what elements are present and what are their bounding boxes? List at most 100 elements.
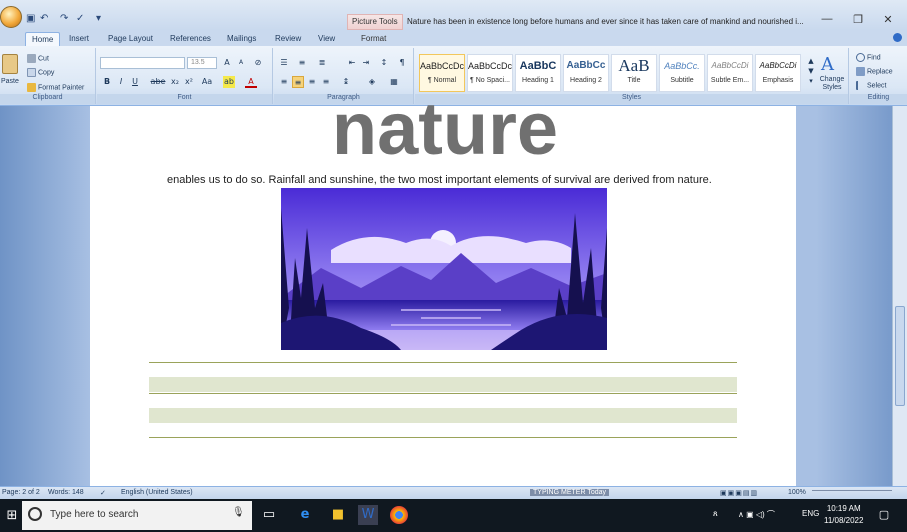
tab-insert[interactable]: Insert [63, 32, 95, 46]
paste-icon[interactable] [2, 54, 18, 74]
justify-icon[interactable]: ≡ [320, 76, 332, 88]
qat-customize-icon[interactable]: ▾ [96, 13, 101, 24]
taskbar-clock[interactable]: 10:19 AM 11/08/2022 [824, 503, 863, 527]
notifications-icon[interactable]: ▢ [874, 505, 894, 525]
bold-button[interactable]: B [101, 76, 113, 88]
style-emphasis[interactable]: AaBbCcDi Emphasis [755, 54, 801, 92]
zoom-level[interactable]: 100% [788, 489, 806, 496]
tab-format[interactable]: Format [355, 32, 392, 46]
style-sample: AaBbC [519, 60, 557, 72]
file-explorer-icon[interactable]: ■ [328, 505, 348, 525]
tray-icons[interactable]: ∧ ▣ ◁) ⌒ [738, 509, 775, 520]
clear-formatting-icon[interactable]: ⊘ [252, 57, 264, 69]
find-label: Find [867, 54, 881, 62]
bullets-icon[interactable]: ☰ [278, 57, 290, 69]
tab-mailings[interactable]: Mailings [221, 32, 262, 46]
paste-button[interactable]: Paste [1, 78, 19, 85]
styles-scroll-icon[interactable]: ▲ ▼ ▾ [805, 56, 817, 86]
tab-home[interactable]: Home [25, 32, 61, 46]
spelling-icon[interactable]: ✓ [76, 13, 84, 24]
numbering-icon[interactable]: ≡ [296, 57, 308, 69]
font-color-icon[interactable]: A [245, 76, 257, 88]
borders-icon[interactable]: ▦ [388, 76, 400, 88]
select-button[interactable]: Select [856, 81, 886, 90]
vertical-scrollbar[interactable] [892, 106, 907, 486]
scrollbar-thumb[interactable] [895, 306, 905, 406]
proofing-icon[interactable]: ✓ [100, 489, 106, 497]
show-marks-icon[interactable]: ¶ [396, 57, 408, 69]
style-normal[interactable]: AaBbCcDc ¶ Normal [419, 54, 465, 92]
microphone-icon[interactable]: 🎙 [232, 507, 245, 518]
copy-button[interactable]: Copy [27, 68, 54, 77]
style-subtitle[interactable]: AaBbCc. Subtitle [659, 54, 705, 92]
superscript-button[interactable]: x² [183, 76, 195, 88]
zoom-slider[interactable] [812, 490, 892, 496]
chrome-icon[interactable] [390, 506, 408, 524]
style-subtle-emphasis[interactable]: AaBbCcDi Subtle Em... [707, 54, 753, 92]
people-icon[interactable]: ጸ [713, 509, 718, 519]
find-button[interactable]: Find [856, 53, 881, 62]
change-case-button[interactable]: Aa [199, 76, 215, 88]
tab-page-layout[interactable]: Page Layout [102, 32, 159, 46]
minimize-button[interactable]: — [815, 13, 839, 25]
change-styles-button[interactable]: Change Styles [817, 76, 847, 92]
style-no-spacing[interactable]: AaBbCcDc ¶ No Spaci... [467, 54, 513, 92]
style-title[interactable]: AaB Title [611, 54, 657, 92]
table-row[interactable] [149, 377, 737, 392]
sort-icon[interactable]: ↕ [378, 57, 390, 69]
subscript-button[interactable]: x₂ [169, 76, 181, 88]
task-view-icon[interactable]: ▭ [259, 505, 279, 525]
help-icon[interactable] [893, 33, 902, 42]
taskbar-search-box[interactable]: Type here to search 🎙 [22, 501, 252, 530]
title-bar: ▣ ↶ ↷ ✓ ▾ Picture Tools Nature has been … [0, 0, 907, 30]
align-center-icon[interactable]: ≡ [292, 76, 304, 88]
format-painter-label: Format Painter [38, 84, 85, 92]
tab-view[interactable]: View [312, 32, 341, 46]
word-app-icon[interactable]: W [358, 505, 378, 525]
align-right-icon[interactable]: ≡ [306, 76, 318, 88]
ribbon-tabs: Home Insert Page Layout References Maili… [0, 30, 907, 46]
line-spacing-icon[interactable]: ↨ [340, 76, 352, 88]
underline-button[interactable]: U [129, 76, 141, 88]
style-heading-2[interactable]: AaBbCc Heading 2 [563, 54, 609, 92]
align-left-icon[interactable]: ≡ [278, 76, 290, 88]
font-size-combo[interactable]: 13.5 [187, 57, 217, 69]
decrease-indent-icon[interactable]: ⇤ [346, 57, 358, 69]
windows-start-icon[interactable]: ⊞ [2, 506, 22, 526]
font-name-combo[interactable] [100, 57, 185, 69]
strikethrough-button[interactable]: abe [149, 76, 167, 88]
table-row[interactable] [149, 408, 737, 423]
document-title: Nature has been in existence long before… [407, 17, 804, 26]
save-icon[interactable]: ▣ [26, 13, 35, 24]
change-styles-icon[interactable]: A [821, 54, 834, 75]
increase-indent-icon[interactable]: ⇥ [360, 57, 372, 69]
shrink-font-button[interactable]: A [235, 57, 247, 69]
word-count[interactable]: Words: 148 [48, 489, 84, 496]
cut-button[interactable]: Cut [27, 54, 49, 63]
language-indicator[interactable]: English (United States) [121, 489, 193, 496]
edge-icon[interactable]: e [295, 505, 315, 525]
nature-landscape-image[interactable] [281, 188, 607, 350]
italic-button[interactable]: I [115, 76, 127, 88]
page-count[interactable]: Page: 2 of 2 [2, 489, 40, 496]
input-language[interactable]: ENG [802, 509, 819, 518]
replace-button[interactable]: Replace [856, 67, 893, 76]
close-button[interactable]: ✕ [876, 13, 900, 26]
maximize-button[interactable]: ❐ [846, 13, 870, 26]
shading-icon[interactable]: ◈ [366, 76, 378, 88]
body-paragraph[interactable]: enables us to do so. Rainfall and sunshi… [167, 174, 712, 186]
wordart-title[interactable]: nature [315, 102, 575, 164]
document-page[interactable]: nature enables us to do so. Rainfall and… [90, 102, 796, 486]
redo-icon[interactable]: ↷ [60, 13, 68, 24]
style-heading-1[interactable]: AaBbC Heading 1 [515, 54, 561, 92]
tab-references[interactable]: References [164, 32, 217, 46]
format-painter-button[interactable]: Format Painter [27, 83, 84, 92]
picture-tools-contextual-tab[interactable]: Picture Tools [347, 14, 403, 30]
undo-icon[interactable]: ↶ [40, 13, 48, 24]
view-buttons[interactable]: ▣▣▣▤▥ [720, 489, 758, 497]
office-button[interactable] [0, 6, 22, 28]
grow-font-button[interactable]: A [221, 57, 233, 69]
tab-review[interactable]: Review [269, 32, 307, 46]
highlight-icon[interactable]: ab [223, 76, 235, 88]
multilevel-list-icon[interactable]: ≣ [316, 57, 328, 69]
